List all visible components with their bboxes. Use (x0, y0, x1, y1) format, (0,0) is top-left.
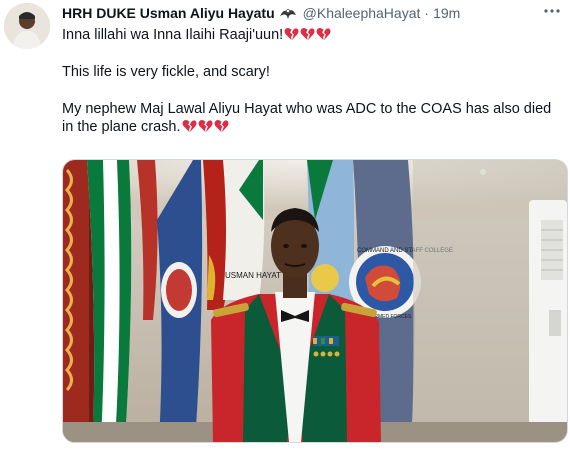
tweet-text: Inna lillahi wa Inna Ilaihi Raaji'uun! T… (62, 26, 562, 136)
display-name[interactable]: HRH DUKE Usman Aliyu Hayatu (62, 4, 275, 22)
broken-heart-icon (213, 119, 229, 135)
broken-heart-icon (299, 27, 315, 43)
broken-heart-icon (283, 27, 299, 43)
broken-heart-icon (315, 27, 331, 43)
broken-heart-icon (197, 119, 213, 135)
eagle-badge-icon (279, 6, 297, 20)
avatar-image (4, 3, 50, 49)
tweet-line-2: This life is very fickle, and scary! (62, 64, 270, 80)
handle[interactable]: @KhaleephaHayat (303, 4, 421, 22)
photo-scene: USMAN HAYAT COMMAND AND STAFF COLLEGE AR… (63, 160, 567, 442)
avatar[interactable] (4, 3, 50, 49)
broken-heart-icon (181, 119, 197, 135)
tweet-line-4: in the plane crash. (62, 118, 562, 136)
tweet-line-1: Inna lillahi wa Inna Ilaihi Raaji'uun! (62, 26, 562, 44)
air-conditioner (529, 200, 567, 442)
tweet-header: HRH DUKE Usman Aliyu Hayatu @KhaleephaHa… (62, 3, 562, 23)
more-options-icon[interactable] (540, 0, 564, 22)
separator: · (424, 5, 430, 21)
timestamp[interactable]: 19m (433, 4, 460, 22)
tweet-photo[interactable]: USMAN HAYAT COMMAND AND STAFF COLLEGE AR… (62, 159, 568, 443)
tweet-line-3: My nephew Maj Lawal Aliyu Hayat who was … (62, 101, 552, 117)
flag-badge-text: USMAN HAYAT (225, 271, 281, 280)
college-motto: ARMED FORCES (371, 314, 412, 320)
